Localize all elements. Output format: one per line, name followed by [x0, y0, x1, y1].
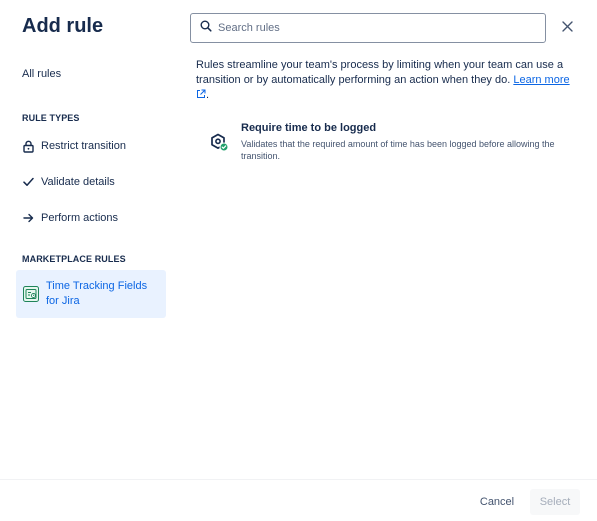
- sidebar-item-validate-details[interactable]: Validate details: [22, 172, 115, 192]
- intro-text: Rules streamline your team's process by …: [196, 59, 570, 101]
- intro-body: Rules streamline your team's process by …: [196, 59, 564, 86]
- marketplace-rules-heading: MARKETPLACE RULES: [22, 254, 126, 264]
- time-tracking-app-icon: [23, 286, 39, 302]
- search-box: [190, 13, 546, 43]
- arrow-right-icon: [22, 211, 34, 225]
- rule-text: Require time to be logged Validates that…: [241, 121, 571, 162]
- sidebar-item-all-rules[interactable]: All rules: [22, 68, 61, 80]
- rule-title: Require time to be logged: [241, 122, 377, 134]
- sidebar-item-label: Perform actions: [41, 212, 119, 224]
- sidebar-item-label: Restrict transition: [41, 140, 126, 152]
- cancel-button[interactable]: Cancel: [470, 489, 524, 515]
- sidebar-item-restrict-transition[interactable]: Restrict transition: [22, 136, 126, 156]
- sidebar-item-label: Time Tracking Fields for Jira: [46, 280, 148, 307]
- check-icon: [22, 175, 34, 189]
- close-icon: [561, 19, 573, 37]
- rule-description: Validates that the required amount of ti…: [241, 139, 555, 161]
- close-button[interactable]: [558, 19, 576, 37]
- search-input[interactable]: [218, 22, 518, 34]
- add-rule-dialog: Add rule All rules RULE TYPES Restrict t…: [0, 0, 597, 521]
- time-logged-rule-icon: [208, 131, 232, 155]
- footer-divider: [0, 479, 597, 480]
- lock-icon: [22, 139, 34, 153]
- sidebar-item-time-tracking-fields[interactable]: Time Tracking Fields for Jira: [16, 270, 166, 318]
- learn-more-label: Learn more: [513, 74, 570, 86]
- dialog-title: Add rule: [22, 15, 104, 37]
- sidebar-item-perform-actions[interactable]: Perform actions: [22, 208, 118, 228]
- sidebar-item-label: Validate details: [41, 176, 115, 188]
- search-icon: [200, 19, 212, 37]
- rule-types-heading: RULE TYPES: [22, 113, 80, 123]
- external-link-icon: [197, 89, 206, 98]
- select-button[interactable]: Select: [530, 489, 580, 515]
- rule-option-require-time-logged[interactable]: Require time to be logged Validates that…: [208, 121, 578, 162]
